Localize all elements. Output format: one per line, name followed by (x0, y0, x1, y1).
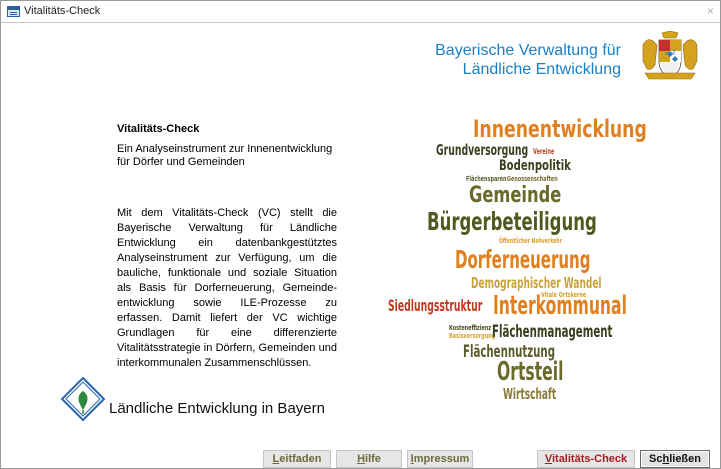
word-siedlungsstruktur: Siedlungsstruktur (388, 296, 483, 315)
word-bodenpolitik: Bodenpolitik (499, 158, 571, 174)
word-vereine: Vereine (533, 147, 555, 156)
vitalitaets-check-button[interactable]: Vitalitäts-Check (537, 450, 635, 468)
word-gemeinde: Gemeinde (469, 183, 562, 208)
main-window: Vitalitäts-Check × Bayerische Verwaltung… (0, 0, 721, 469)
word-innenentwicklung: Innenentwicklung (473, 115, 647, 143)
impressum-label: mpressum (413, 453, 470, 465)
logo-text: Ländliche Entwicklung in Bayern (109, 400, 325, 417)
word-genossenschaften: Genossenschaften (507, 175, 558, 183)
leitfaden-label: eitfaden (279, 453, 322, 465)
bavarian-coat-of-arms-icon (639, 31, 701, 81)
word-demographischer-wandel: Demographischer Wandel (471, 274, 602, 292)
hilfe-label: ilfe (365, 453, 381, 465)
brand-line-1: Bayerische Verwaltung für (435, 42, 621, 59)
window-title: Vitalitäts-Check (24, 5, 101, 17)
word-kosteneffizienz: Kosteneffizienz (449, 324, 492, 332)
hilfe-button[interactable]: Hilfe (336, 450, 402, 468)
leitfaden-button[interactable]: Leitfaden (263, 450, 331, 468)
word-basisversorgung: Basisversorgung (449, 332, 496, 340)
word-interkommunal: Interkommunal (493, 291, 627, 321)
ale-logo-icon (61, 377, 105, 421)
schliessen-label-start: Sc (649, 453, 663, 465)
title-bar: Vitalitäts-Check × (1, 1, 720, 23)
word-wirtschaft: Wirtschaft (503, 385, 557, 403)
word-ortsteil: Ortsteil (497, 357, 564, 387)
brand-line-2: Ländliche Entwicklung (462, 61, 621, 78)
intro-description: Mit dem Vitalitäts-Check (VC) stellt die… (117, 207, 337, 369)
schliessen-button[interactable]: Schließen (640, 450, 710, 468)
schliessen-label-end: ließen (669, 453, 701, 465)
word-oepnv: Öffentlicher Nahverkehr (499, 237, 562, 245)
close-icon[interactable]: × (707, 4, 714, 18)
word-flaechensparen: Flächensparen (466, 175, 507, 183)
impressum-button[interactable]: Impressum (407, 450, 473, 468)
brand-title: Bayerische Verwaltung für Ländliche Entw… (411, 41, 621, 79)
word-buergerbeteiligung: Bürgerbeteiligung (427, 207, 597, 236)
intro-heading: Vitalitäts-Check (117, 123, 200, 135)
word-grundversorgung: Grundversorgung (436, 141, 529, 159)
vitalitaets-check-accesskey: V (544, 453, 552, 465)
intro-subtitle: Ein Analyseinstrument zur Innenentwicklu… (117, 143, 333, 168)
form-icon (7, 6, 20, 17)
vitalitaets-check-label: italitäts-Check (551, 453, 628, 465)
hilfe-accesskey: H (357, 453, 366, 465)
word-flaechenmanagement: Flächenmanagement (492, 322, 613, 342)
word-dorferneuerung: Dorferneuerung (455, 245, 591, 274)
word-cloud: Innenentwicklung Grundversorgung Vereine… (381, 111, 647, 411)
